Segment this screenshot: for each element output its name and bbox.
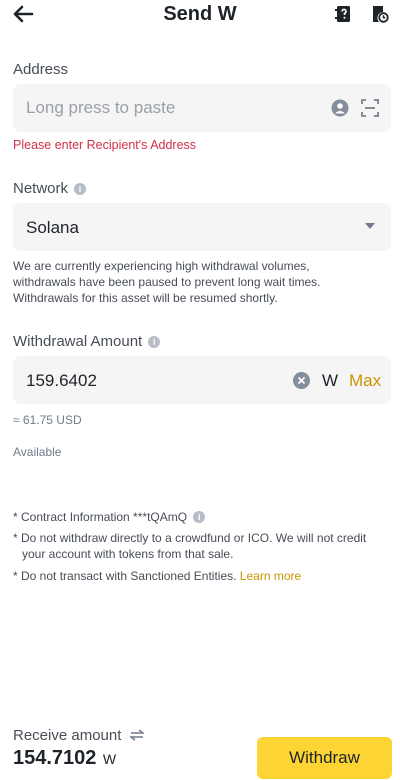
info-icon[interactable]: i bbox=[74, 183, 87, 195]
receive-unit: W bbox=[102, 751, 117, 767]
receive-label-row: Receive amount bbox=[13, 727, 145, 744]
swap-icon[interactable] bbox=[128, 729, 145, 741]
address-book-button[interactable] bbox=[333, 4, 353, 24]
network-label-row: Network i bbox=[13, 180, 87, 197]
network-value: Solana bbox=[26, 218, 79, 237]
network-label: Network bbox=[13, 180, 69, 197]
usd-value: ≈ 61.75 USD bbox=[13, 413, 82, 427]
header: Send W bbox=[0, 0, 400, 30]
available-label: Available bbox=[13, 445, 62, 459]
network-notice: We are currently experiencing high withd… bbox=[13, 259, 321, 305]
address-label: Address bbox=[13, 61, 69, 78]
max-button[interactable]: Max bbox=[349, 371, 381, 391]
sanctioned-text: * Do not transact with Sanctioned Entiti… bbox=[13, 569, 237, 583]
address-error: Please enter Recipient's Address bbox=[13, 138, 197, 152]
amount-label-row: Withdrawal Amount i bbox=[13, 333, 161, 350]
address-placeholder: Long press to paste bbox=[26, 98, 176, 117]
sanctioned-warning: * Do not transact with Sanctioned Entiti… bbox=[13, 568, 391, 584]
history-button[interactable] bbox=[370, 4, 390, 24]
clear-icon[interactable] bbox=[293, 372, 310, 389]
amount-value: 159.6402 bbox=[26, 371, 97, 390]
receive-label: Receive amount bbox=[13, 727, 122, 744]
amount-label: Withdrawal Amount bbox=[13, 333, 143, 350]
address-input[interactable]: Long press to paste bbox=[13, 84, 391, 132]
crowdfund-warning: * Do not withdraw directly to a crowdfun… bbox=[13, 531, 367, 561]
scan-icon[interactable] bbox=[361, 99, 379, 117]
receive-value: 154.7102 bbox=[13, 747, 97, 769]
user-circle-icon[interactable] bbox=[331, 99, 349, 117]
withdraw-button[interactable]: Withdraw bbox=[257, 737, 392, 779]
network-select[interactable]: Solana bbox=[13, 203, 391, 251]
learn-more-link[interactable]: Learn more bbox=[240, 569, 301, 583]
dropdown-arrow-icon bbox=[365, 223, 375, 229]
amount-unit: W bbox=[322, 371, 339, 390]
history-icon bbox=[373, 6, 389, 23]
amount-input[interactable]: 159.6402 W Max bbox=[13, 356, 391, 404]
info-icon[interactable]: i bbox=[193, 511, 206, 523]
contract-info-text: * Contract Information ***tQAmQ bbox=[13, 510, 188, 524]
address-book-icon bbox=[335, 6, 350, 22]
receive-amount: 154.7102 W bbox=[13, 747, 116, 770]
info-icon[interactable]: i bbox=[148, 336, 161, 348]
contract-info: * Contract Information ***tQAmQ i bbox=[13, 509, 391, 525]
